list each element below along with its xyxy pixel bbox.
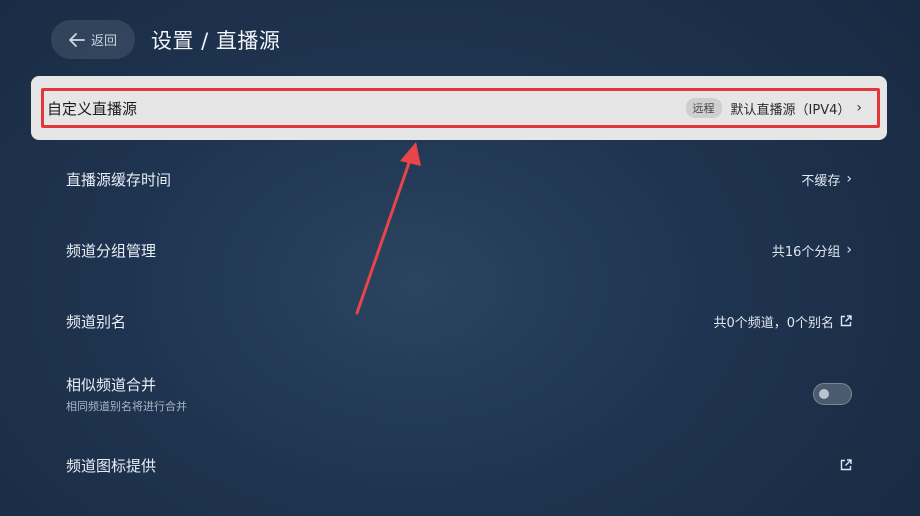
external-link-icon [840,459,852,471]
item-label: 频道图标提供 [66,456,157,475]
item-value: 共16个分组 [771,244,841,260]
cache-time-item[interactable]: 直播源缓存时间 不缓存 › [66,159,852,199]
item-label: 直播源缓存时间 [66,170,172,189]
merge-toggle[interactable] [813,383,852,405]
item-value: 不缓存 [801,173,841,189]
chevron-right-icon: › [846,171,852,187]
chevron-right-icon: › [846,242,852,258]
highlight-outline [41,88,880,128]
item-label: 频道别名 [66,312,127,331]
item-sublabel: 相同频道别名将进行合并 [66,400,187,413]
channel-icon-provider-item[interactable]: 频道图标提供 [66,445,852,485]
item-value: 共0个频道，0个别名 [713,315,834,331]
item-label: 相似频道合并 [66,376,157,394]
item-label: 频道分组管理 [66,241,157,260]
merge-similar-channels-item[interactable]: 相似频道合并 相同频道别名将进行合并 [66,374,852,414]
channel-alias-item[interactable]: 频道别名 共0个频道，0个别名 [66,301,852,341]
channel-group-item[interactable]: 频道分组管理 共16个分组 › [66,230,852,270]
settings-list: 自定义直播源 远程 默认直播源（IPV4） › 直播源缓存时间 不缓存 › 频道… [0,0,920,516]
external-link-icon [840,315,852,327]
toggle-knob [819,389,829,399]
